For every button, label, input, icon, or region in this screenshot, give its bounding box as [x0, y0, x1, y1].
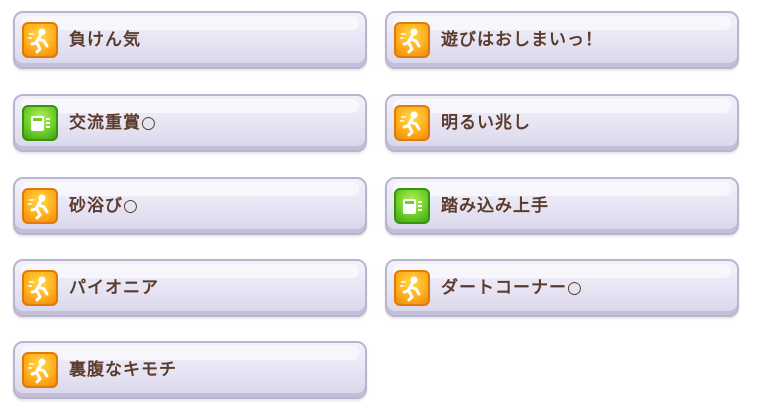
skill-grid: 負けん気 遊びはおしまいっ！ 交流重賞○ 明るい兆し 砂浴び○ 踏み込み上手 パ…	[0, 0, 760, 418]
skill-card-koryu-jusho[interactable]: 交流重賞○	[13, 94, 367, 152]
skill-label: 遊びはおしまいっ！	[441, 30, 603, 50]
orange-speed-runner-icon	[22, 188, 58, 224]
orange-speed-runner-icon	[394, 22, 430, 58]
orange-speed-runner-icon	[22, 22, 58, 58]
skill-card-pioneer[interactable]: パイオニア	[13, 259, 367, 317]
skill-card-fumikomi-jozu[interactable]: 踏み込み上手	[385, 177, 739, 235]
orange-speed-runner-icon	[22, 270, 58, 306]
orange-speed-runner-icon	[394, 105, 430, 141]
green-passive-card-icon	[22, 105, 58, 141]
skill-card-akarui-kizashi[interactable]: 明るい兆し	[385, 94, 739, 152]
skill-card-sunaabi[interactable]: 砂浴び○	[13, 177, 367, 235]
skill-card-asobi-wa-oshimai[interactable]: 遊びはおしまいっ！	[385, 11, 739, 69]
skill-label: 裏腹なキモチ	[69, 360, 177, 380]
orange-speed-runner-icon	[22, 352, 58, 388]
skill-label: 踏み込み上手	[441, 196, 549, 216]
orange-speed-runner-icon	[394, 270, 430, 306]
skill-card-dirt-corner[interactable]: ダートコーナー○	[385, 259, 739, 317]
skill-card-makenki[interactable]: 負けん気	[13, 11, 367, 69]
skill-label: 負けん気	[69, 30, 141, 50]
skill-label: 明るい兆し	[441, 113, 531, 133]
skill-label: 砂浴び○	[69, 196, 139, 216]
green-passive-card-icon	[394, 188, 430, 224]
skill-label: パイオニア	[69, 278, 159, 298]
skill-label: 交流重賞○	[69, 113, 157, 133]
skill-label: ダートコーナー○	[441, 278, 583, 298]
skill-card-urahara-na-kimochi[interactable]: 裏腹なキモチ	[13, 341, 367, 399]
